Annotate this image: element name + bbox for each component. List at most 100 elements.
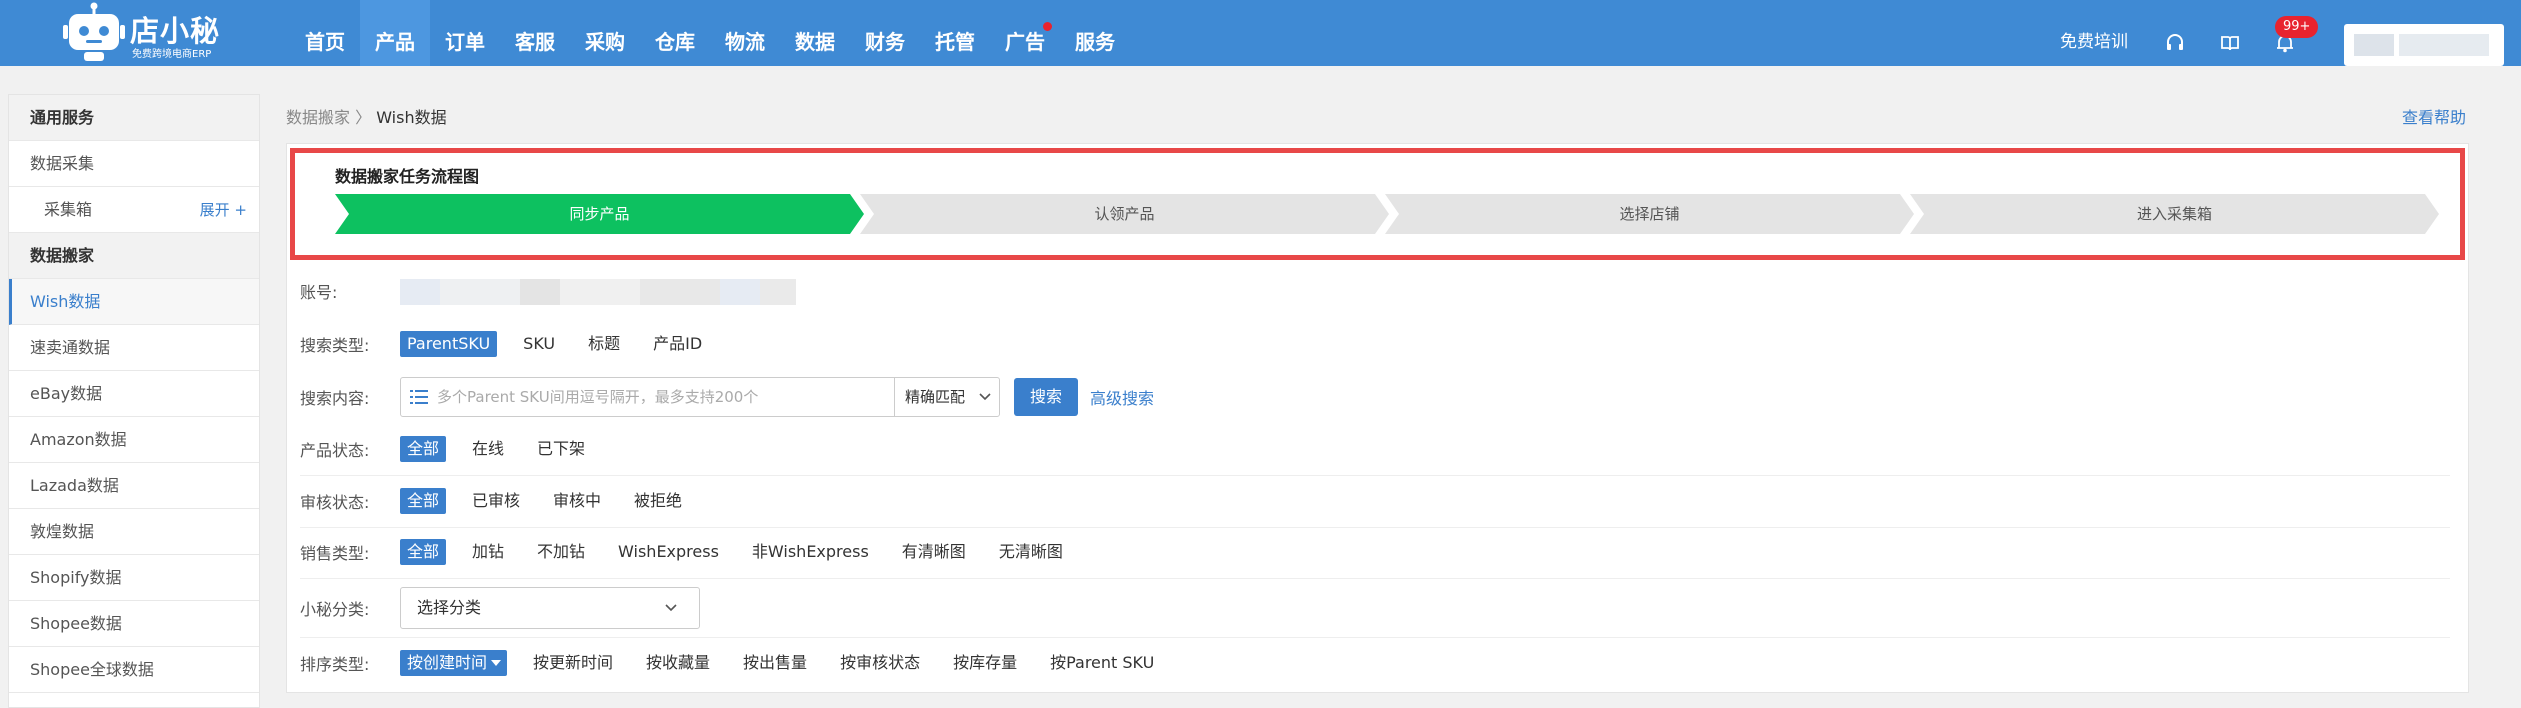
row-divider xyxy=(300,527,2450,528)
sidebar-item[interactable]: Amazon数据 xyxy=(9,417,259,463)
nav-item-label: 托管 xyxy=(935,30,975,54)
search-content-label: 搜索内容: xyxy=(300,389,370,408)
sidebar-item-label: 敦煌数据 xyxy=(30,522,95,541)
sidebar-section-header: 通用服务 xyxy=(9,95,259,141)
notification-badge: 99+ xyxy=(2275,16,2319,38)
review-status-all[interactable]: 全部 xyxy=(400,488,447,514)
user-account-menu[interactable] xyxy=(2344,24,2504,66)
nav-item-11[interactable]: 服务 xyxy=(1060,0,1130,66)
review-status-label: 审核状态: xyxy=(300,493,370,512)
book-icon[interactable] xyxy=(2220,33,2240,53)
product-status-row: 产品状态: 全部 在线 已下架 xyxy=(300,431,611,467)
sidebar-item[interactable]: 采集箱 展开 + xyxy=(9,187,259,233)
nav-item-8[interactable]: 财务 xyxy=(850,0,920,66)
advanced-search-link[interactable]: 高级搜索 xyxy=(1090,385,1154,409)
category-row: 小秘分类: 选择分类 xyxy=(300,586,700,630)
expand-toggle[interactable]: 展开 + xyxy=(200,187,247,233)
nav-item-7[interactable]: 数据 xyxy=(780,0,850,66)
search-type-sku[interactable]: SKU xyxy=(516,331,562,357)
nav-item-1[interactable]: 产品 xyxy=(360,0,430,66)
account-label: 账号: xyxy=(300,283,338,302)
sidebar-item[interactable]: 速卖通数据 xyxy=(9,325,259,371)
product-status-online[interactable]: 在线 xyxy=(465,436,511,462)
nav-item-6[interactable]: 物流 xyxy=(710,0,780,66)
notification-dot xyxy=(1043,22,1052,31)
nav-item-3[interactable]: 客服 xyxy=(500,0,570,66)
sale-type-label: 销售类型: xyxy=(300,544,370,563)
sidebar-item[interactable]: Shopee数据 xyxy=(9,601,259,647)
review-status-rejected[interactable]: 被拒绝 xyxy=(627,488,689,514)
sidebar-item[interactable]: Shopify数据 xyxy=(9,555,259,601)
account-row: 账号: xyxy=(300,273,796,309)
sidebar-item-label: 数据采集 xyxy=(30,154,95,173)
chevron-down-icon xyxy=(979,393,991,401)
nav-item-label: 仓库 xyxy=(655,30,695,54)
match-mode-select[interactable]: 精确匹配 xyxy=(894,378,999,416)
main-nav: 首页 产品 订单 客服 采购 仓库 物流 数据 财务 托管 广告 服务 xyxy=(290,0,1130,66)
sidebar-item-label: Amazon数据 xyxy=(30,430,127,449)
sort-type-label: 排序类型: xyxy=(300,655,370,674)
sale-type-wishexpress[interactable]: WishExpress xyxy=(611,539,726,565)
top-nav-bar: 店小秘 免费跨境电商ERP 首页 产品 订单 客服 采购 仓库 物流 数据 财务 托管 广告 服务 免… xyxy=(0,0,2521,66)
account-selector[interactable] xyxy=(400,277,796,305)
sidebar-item[interactable]: 敦煌数据 xyxy=(9,509,259,555)
sale-type-all[interactable]: 全部 xyxy=(400,539,447,565)
flow-step: 进入采集箱 xyxy=(1910,194,2439,234)
brand-subtitle: 免费跨境电商ERP xyxy=(132,49,212,60)
sidebar-item[interactable]: eBay数据 xyxy=(9,371,259,417)
sort-type-row: 排序类型: 按创建时间 按更新时间 按收藏量 按出售量 按审核状态 按库存量 按… xyxy=(300,645,1180,681)
review-status-row: 审核状态: 全部 已审核 审核中 被拒绝 xyxy=(300,483,708,519)
sidebar-item[interactable]: Shopee全球数据 xyxy=(9,647,259,693)
view-help-link[interactable]: 查看帮助 xyxy=(2402,104,2466,128)
breadcrumb-parent[interactable]: 数据搬家 xyxy=(286,108,350,127)
free-training-link[interactable]: 免费培训 xyxy=(2060,0,2128,66)
sale-type-no-boost[interactable]: 不加钻 xyxy=(530,539,592,565)
sort-by-created-time-label: 按创建时间 xyxy=(407,653,488,672)
sort-by-review-status[interactable]: 按审核状态 xyxy=(833,650,927,676)
sale-type-boost[interactable]: 加钻 xyxy=(465,539,511,565)
nav-item-10[interactable]: 广告 xyxy=(990,0,1060,66)
sale-type-clear-image[interactable]: 有清晰图 xyxy=(895,539,973,565)
search-type-parentsku[interactable]: ParentSKU xyxy=(400,331,498,357)
multi-line-icon[interactable] xyxy=(401,378,437,416)
sort-by-stock[interactable]: 按库存量 xyxy=(946,650,1024,676)
sort-by-sales[interactable]: 按出售量 xyxy=(736,650,814,676)
review-status-approved[interactable]: 已审核 xyxy=(465,488,527,514)
sidebar-item-label: 数据搬家 xyxy=(30,246,95,265)
nav-item-9[interactable]: 托管 xyxy=(920,0,990,66)
nav-item-label: 订单 xyxy=(445,30,485,54)
nav-item-label: 广告 xyxy=(1005,30,1045,54)
search-type-product-id[interactable]: 产品ID xyxy=(646,331,709,357)
nav-item-label: 采购 xyxy=(585,30,625,54)
category-value: 选择分类 xyxy=(417,598,482,617)
sidebar-item[interactable]: Lazada数据 xyxy=(9,463,259,509)
product-status-label: 产品状态: xyxy=(300,441,370,460)
sidebar-item-label: 通用服务 xyxy=(30,108,95,127)
sidebar-item[interactable]: 数据采集 xyxy=(9,141,259,187)
search-content-row: 搜索内容: 精确匹配 搜索 高级搜索 xyxy=(300,376,1154,418)
sort-by-favorites[interactable]: 按收藏量 xyxy=(639,650,717,676)
sale-type-non-wishexpress[interactable]: 非WishExpress xyxy=(745,539,876,565)
nav-item-5[interactable]: 仓库 xyxy=(640,0,710,66)
product-status-delisted[interactable]: 已下架 xyxy=(530,436,592,462)
category-select[interactable]: 选择分类 xyxy=(400,587,700,629)
sidebar-item[interactable]: Wish数据 xyxy=(9,279,259,325)
search-input[interactable] xyxy=(437,378,894,416)
row-divider xyxy=(300,637,2450,638)
nav-item-4[interactable]: 采购 xyxy=(570,0,640,66)
nav-item-0[interactable]: 首页 xyxy=(290,0,360,66)
sort-by-created-time[interactable]: 按创建时间 xyxy=(400,650,508,676)
sort-by-parent-sku[interactable]: 按Parent SKU xyxy=(1043,650,1161,676)
sidebar-item-label: 采集箱 xyxy=(44,200,93,219)
sort-by-updated-time[interactable]: 按更新时间 xyxy=(526,650,620,676)
nav-item-2[interactable]: 订单 xyxy=(430,0,500,66)
category-label: 小秘分类: xyxy=(300,600,370,619)
headset-icon[interactable] xyxy=(2165,33,2185,53)
brand-logo[interactable]: 店小秘 免费跨境电商ERP xyxy=(62,2,222,62)
robot-logo-icon xyxy=(63,2,125,61)
search-type-title[interactable]: 标题 xyxy=(581,331,627,357)
sale-type-no-clear-image[interactable]: 无清晰图 xyxy=(992,539,1070,565)
product-status-all[interactable]: 全部 xyxy=(400,436,447,462)
search-button[interactable]: 搜索 xyxy=(1014,378,1078,416)
review-status-pending[interactable]: 审核中 xyxy=(546,488,608,514)
